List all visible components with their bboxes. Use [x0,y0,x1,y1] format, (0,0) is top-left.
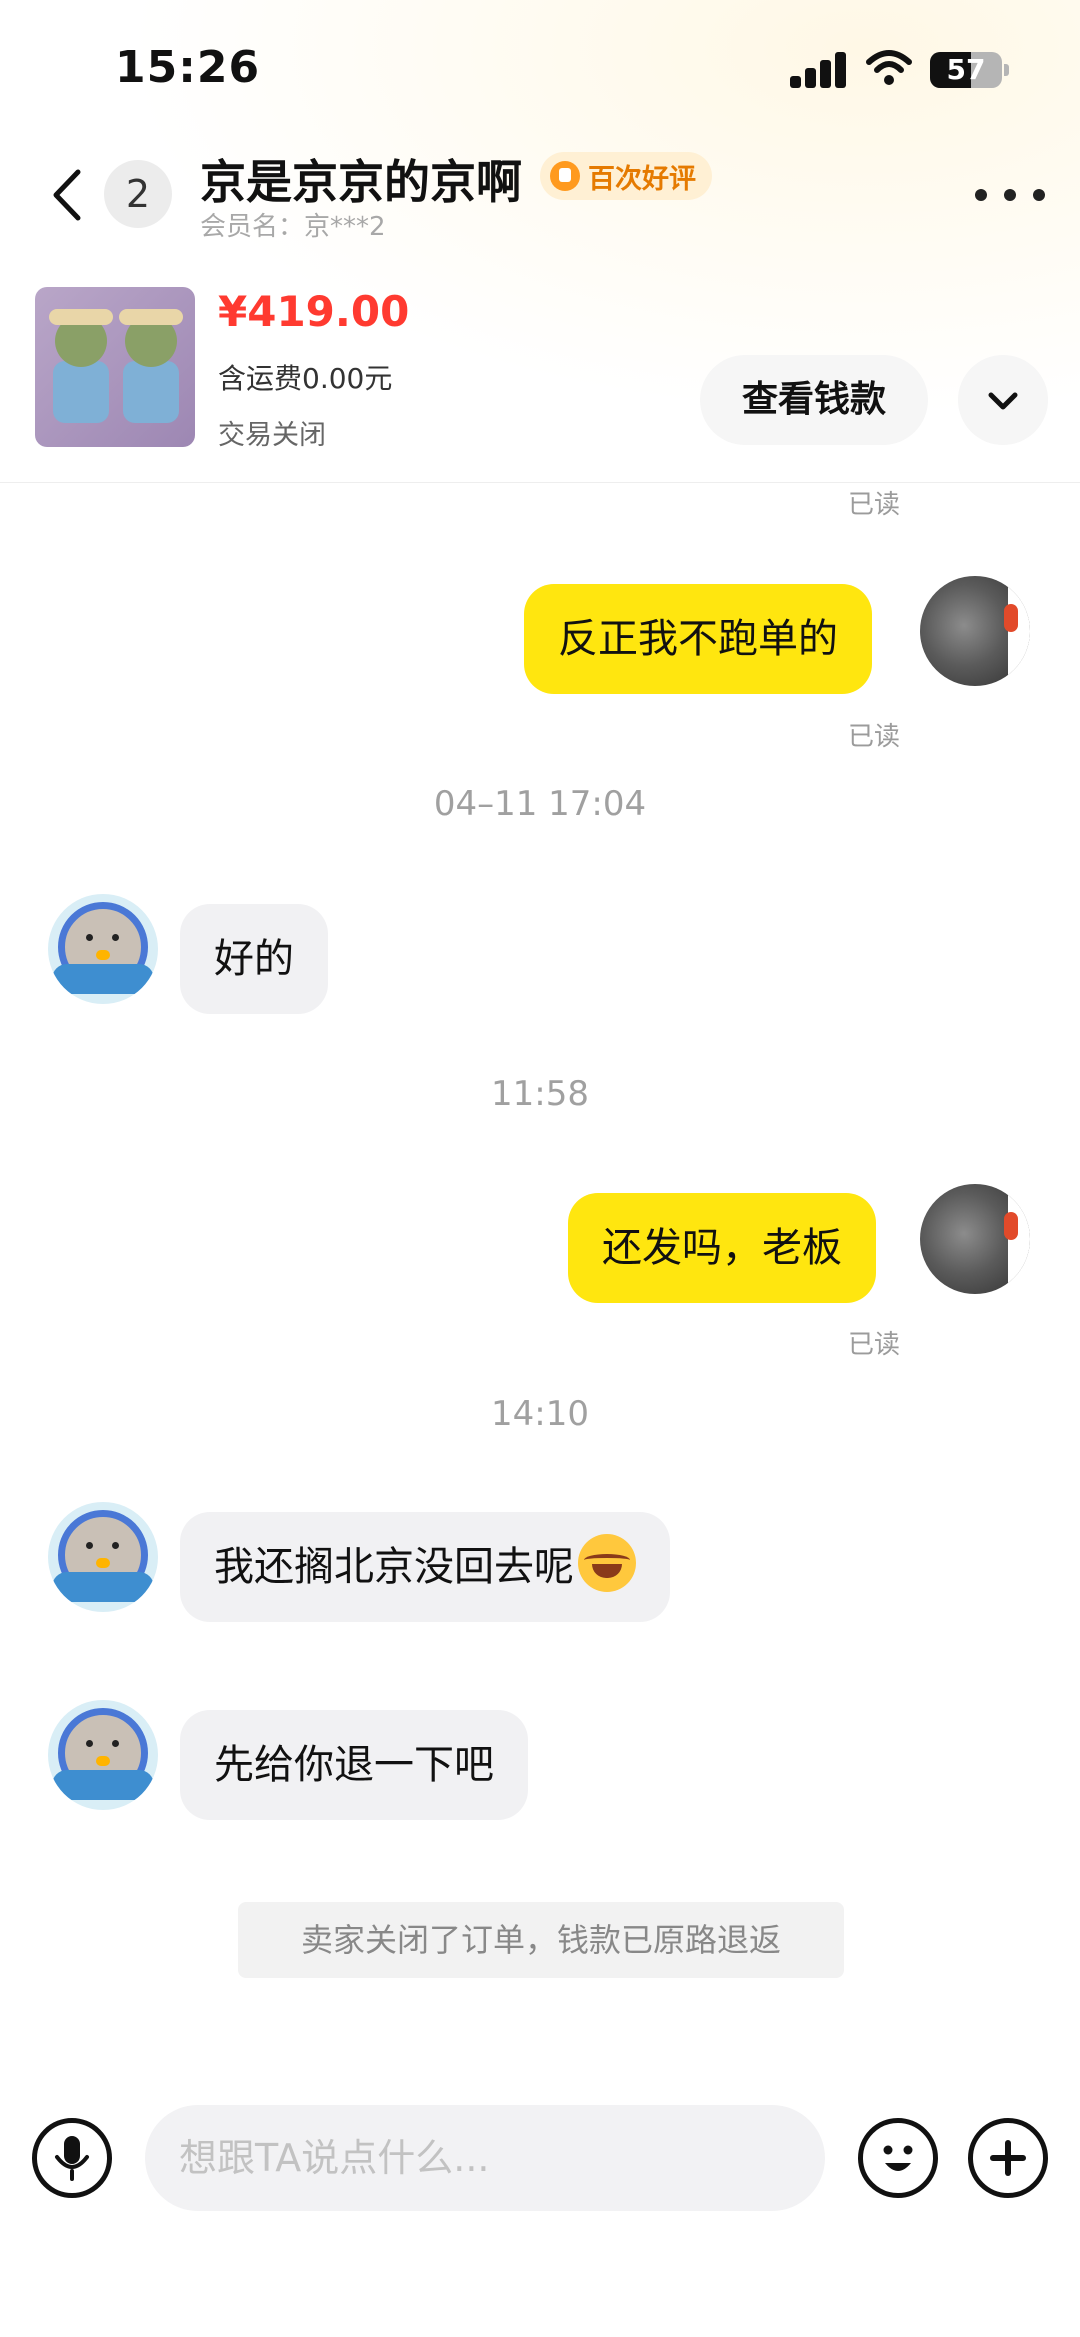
contact-avatar[interactable] [48,1502,158,1612]
status-time: 15:26 [115,42,261,93]
contact-avatar[interactable] [48,894,158,1004]
contact-avatar[interactable] [48,1700,158,1810]
thumbs-up-icon [550,161,580,191]
read-receipt: 已读 [848,490,901,520]
product-price: ¥419.00 [218,287,410,336]
battery-icon: 57 [930,52,1002,88]
battery-level: 57 [946,53,986,86]
contact-name: 京是京京的京啊 [200,155,522,209]
read-receipt: 已读 [848,1330,901,1360]
message-bubble-mine[interactable]: 反正我不跑单的 [524,584,872,694]
trade-status: 交易关闭 [218,420,326,451]
cellular-signal-icon [790,52,848,88]
microphone-icon[interactable] [32,2118,112,2198]
back-arrow-icon[interactable] [42,160,92,230]
message-timestamp: 11:58 [491,1074,589,1114]
message-timestamp: 04–11 17:04 [433,784,647,824]
message-bubble-mine[interactable]: 还发吗，老板 [568,1193,876,1303]
message-list[interactable]: 已读 反正我不跑单的 已读 04–11 17:04 好的 11:58 还发吗，老… [0,484,1080,2074]
input-bar: 想跟TA说点什么... [0,2075,1080,2337]
view-money-button[interactable]: 查看钱款 [700,355,928,445]
status-bar: 15:26 57 [0,0,1080,140]
message-text: 我还搁北京没回去呢 [214,1544,574,1590]
my-avatar[interactable] [920,576,1030,686]
add-attachment-icon[interactable] [968,2118,1048,2198]
chevron-down-icon[interactable] [958,355,1048,445]
member-name: 会员名：京***2 [200,212,386,242]
product-card[interactable]: ¥419.00 含运费0.00元 交易关闭 查看钱款 [0,275,1080,483]
read-receipt: 已读 [848,722,901,752]
message-timestamp: 14:10 [491,1394,589,1434]
emoji-icon[interactable] [858,2118,938,2198]
my-avatar[interactable] [920,1184,1030,1294]
shipping-info: 含运费0.00元 [218,362,393,395]
product-thumbnail[interactable] [35,287,195,447]
good-review-label: 百次好评 [588,163,696,195]
message-bubble-theirs[interactable]: 好的 [180,904,328,1014]
message-bubble-theirs[interactable]: 我还搁北京没回去呢 [180,1512,670,1622]
wifi-icon [866,50,912,85]
tears-of-joy-emoji-icon [578,1534,636,1592]
chat-header: 2 京是京京的京啊 百次好评 会员名：京***2 [0,140,1080,270]
unread-count-badge[interactable]: 2 [104,160,172,228]
message-bubble-theirs[interactable]: 先给你退一下吧 [180,1710,528,1820]
good-review-badge[interactable]: 百次好评 [540,152,712,200]
more-options-icon[interactable] [975,180,1045,210]
message-input[interactable]: 想跟TA说点什么... [145,2105,825,2211]
system-notice: 卖家关闭了订单，钱款已原路退返 [238,1902,844,1978]
